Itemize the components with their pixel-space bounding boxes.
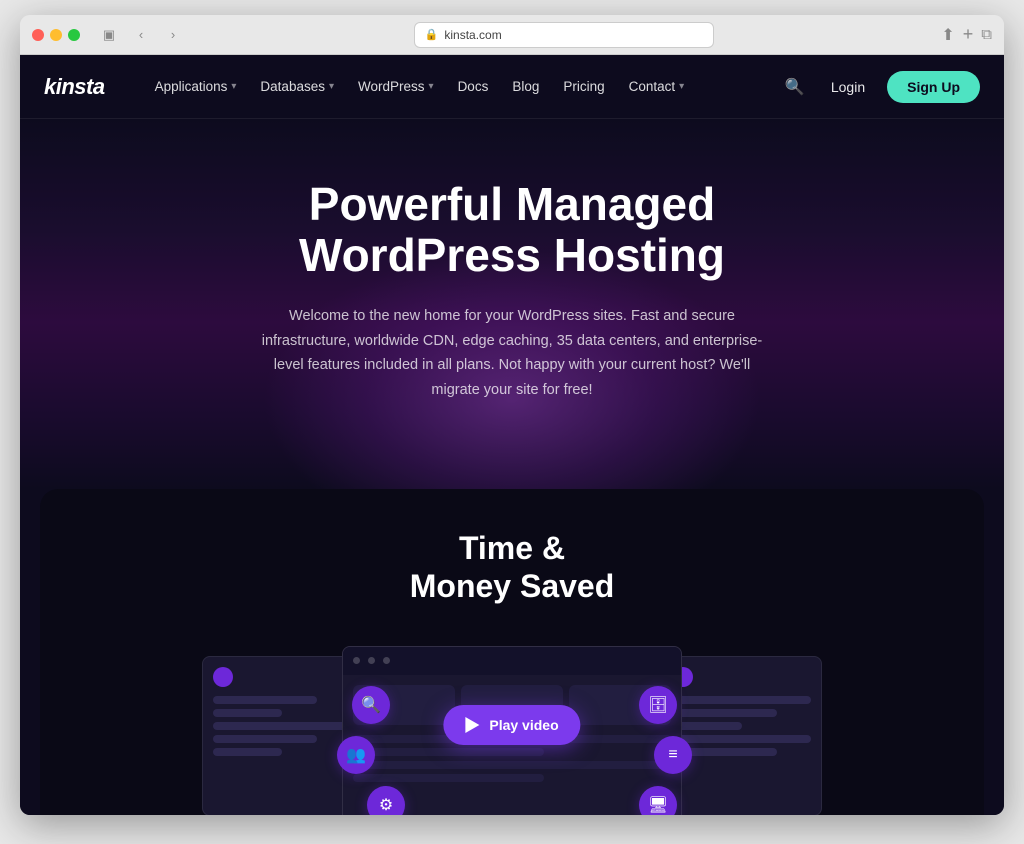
search-icon[interactable]: 🔍 xyxy=(781,73,809,101)
hero-title: Powerful Managed WordPress Hosting xyxy=(40,179,984,280)
share-icon[interactable]: ⬆ xyxy=(941,25,954,45)
hero-subtitle: Welcome to the new home for your WordPre… xyxy=(252,304,772,403)
forward-button[interactable]: › xyxy=(160,24,186,46)
maximize-button[interactable] xyxy=(68,29,80,41)
chevron-down-icon: ▾ xyxy=(231,81,236,92)
back-button[interactable]: ‹ xyxy=(128,24,154,46)
signup-button[interactable]: Sign Up xyxy=(887,71,980,103)
play-button[interactable]: Play video xyxy=(443,705,580,745)
lower-title: Time & Money Saved xyxy=(410,529,615,606)
address-bar-wrap: 🔒 kinsta.com xyxy=(194,22,933,48)
video-area: Play video 🔍 👥 ⚙ 🗄 ≡ 🖥 xyxy=(172,636,852,815)
nav-item-docs[interactable]: Docs xyxy=(448,73,499,100)
panel-line xyxy=(213,748,282,756)
nav-label-databases: Databases xyxy=(260,79,325,94)
chevron-down-icon: ▾ xyxy=(329,81,334,92)
dash-header xyxy=(343,647,681,675)
url-text: kinsta.com xyxy=(444,28,501,42)
website-content: kinsta Applications ▾ Databases ▾ WordPr… xyxy=(20,55,1004,815)
new-tab-icon[interactable]: + xyxy=(963,24,974,45)
panel-line xyxy=(213,735,317,743)
chevron-down-icon: ▾ xyxy=(429,81,434,92)
main-nav: kinsta Applications ▾ Databases ▾ WordPr… xyxy=(20,55,1004,119)
nav-logo[interactable]: kinsta xyxy=(44,74,105,100)
nav-item-pricing[interactable]: Pricing xyxy=(553,73,614,100)
lower-title-line1: Time & xyxy=(459,530,565,566)
address-bar[interactable]: 🔒 kinsta.com xyxy=(414,22,714,48)
nav-label-applications: Applications xyxy=(155,79,228,94)
tabs-icon[interactable]: ⧉ xyxy=(981,26,992,43)
nav-item-contact[interactable]: Contact ▾ xyxy=(619,73,695,100)
panel-line xyxy=(673,696,811,704)
side-panel-right xyxy=(662,656,822,815)
database-float-icon: 🗄 xyxy=(639,686,677,724)
play-icon xyxy=(465,717,479,733)
side-panel-left xyxy=(202,656,362,815)
panel-line xyxy=(213,696,317,704)
dash-line xyxy=(353,774,544,782)
panel-line xyxy=(673,709,777,717)
traffic-lights xyxy=(32,29,80,41)
sidebar-toggle-button[interactable]: ▣ xyxy=(96,24,122,46)
nav-right: 🔍 Login Sign Up xyxy=(781,71,980,103)
browser-controls: ▣ ‹ › xyxy=(96,24,186,46)
hero-section: Powerful Managed WordPress Hosting Welco… xyxy=(20,119,1004,489)
lock-icon: 🔒 xyxy=(425,28,439,41)
minimize-button[interactable] xyxy=(50,29,62,41)
nav-items: Applications ▾ Databases ▾ WordPress ▾ D… xyxy=(145,73,781,100)
play-label: Play video xyxy=(489,717,558,733)
lower-title-line2: Money Saved xyxy=(410,568,615,604)
lower-card: Time & Money Saved xyxy=(40,489,984,815)
nav-item-applications[interactable]: Applications ▾ xyxy=(145,73,247,100)
nav-label-blog: Blog xyxy=(512,79,539,94)
login-button[interactable]: Login xyxy=(821,73,875,101)
panel-line xyxy=(213,709,282,717)
hero-title-line2: WordPress Hosting xyxy=(299,229,725,281)
nav-item-databases[interactable]: Databases ▾ xyxy=(250,73,344,100)
dash-line xyxy=(353,748,544,756)
lower-section: Time & Money Saved xyxy=(20,489,1004,815)
dash-line xyxy=(353,761,671,769)
close-button[interactable] xyxy=(32,29,44,41)
sliders-float-icon: ≡ xyxy=(654,736,692,774)
nav-label-wordpress: WordPress xyxy=(358,79,425,94)
panel-line xyxy=(673,722,742,730)
browser-titlebar: ▣ ‹ › 🔒 kinsta.com ⬆ + ⧉ xyxy=(20,15,1004,55)
hero-title-line1: Powerful Managed xyxy=(309,178,715,230)
nav-item-blog[interactable]: Blog xyxy=(502,73,549,100)
nav-item-wordpress[interactable]: WordPress ▾ xyxy=(348,73,444,100)
browser-actions: ⬆ + ⧉ xyxy=(941,24,992,45)
browser-window: ▣ ‹ › 🔒 kinsta.com ⬆ + ⧉ kinsta Applicat… xyxy=(20,15,1004,815)
chevron-down-icon: ▾ xyxy=(679,81,684,92)
nav-label-contact: Contact xyxy=(629,79,676,94)
users-float-icon: 👥 xyxy=(337,736,375,774)
logo-text: kinsta xyxy=(44,74,105,100)
nav-label-docs: Docs xyxy=(458,79,489,94)
panel-line xyxy=(213,722,351,730)
nav-label-pricing: Pricing xyxy=(563,79,604,94)
panel-line xyxy=(673,735,811,743)
search-float-icon: 🔍 xyxy=(352,686,390,724)
